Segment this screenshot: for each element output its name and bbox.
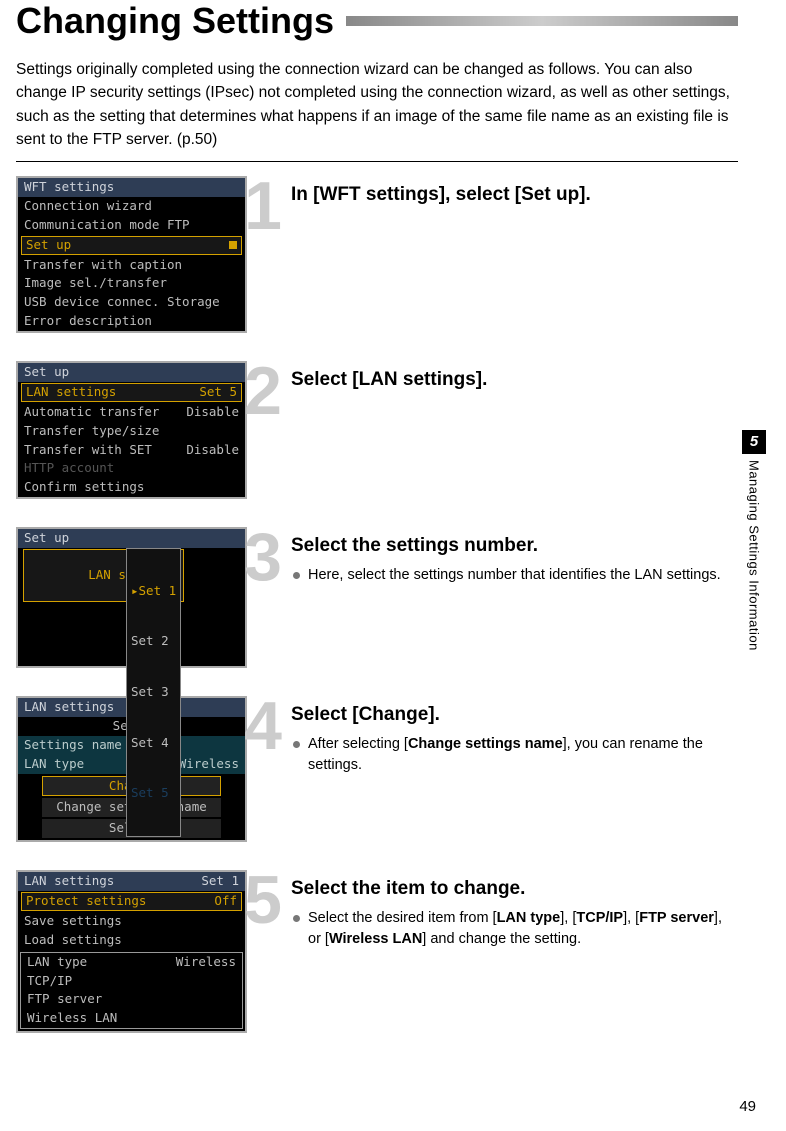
step-1-title: In [WFT settings], select [Set up]. [291,184,738,206]
shot5-box-row: Wireless LAN [21,1009,242,1028]
shot2-hl-r: Set 5 [199,384,237,401]
bullet-icon [293,572,300,579]
page-title: Changing Settings [16,0,334,42]
shot2-dim: HTTP account [18,459,245,478]
shot2-row: Transfer with SETDisable [18,441,245,460]
shot3-opt: Set 4 [127,735,180,752]
step-2: Set up LAN settings Set 5 Automatic tran… [16,361,738,499]
shot5-box-row: LAN typeWireless [21,953,242,972]
separator [16,161,738,162]
bullet-text: Select the desired item from [LAN type],… [308,908,738,950]
shot2-row: Automatic transferDisable [18,403,245,422]
shot5-row: Save settings [18,912,245,931]
step-3-bullet: Here, select the settings number that id… [293,565,738,586]
shot2-row: Transfer type/size [18,422,245,441]
step-4-title: Select [Change]. [291,704,738,726]
step-4: LAN settings Set 1 Settings name LAN typ… [16,696,738,842]
chapter-label: Managing Settings Information [747,460,762,651]
shot3-options: ▸Set 1 Set 2 Set 3 Set 4 Set 5 [126,548,181,837]
shot3-header: Set up [18,529,245,548]
shot1-row: Error description [18,312,245,331]
shot5-header: LAN settingsSet 1 [18,872,245,891]
chapter-number: 5 [742,430,766,454]
step-1: WFT settings Connection wizard Communica… [16,176,738,333]
screenshot-3: Set up LAN settings ▸Set 1 Set 2 Set 3 S… [16,527,247,668]
step-number-1: 1 [233,176,293,237]
step-4-bullet: After selecting [Change settings name], … [293,734,738,776]
shot1-highlight: Set up [21,236,242,255]
shot1-row: Connection wizard [18,197,245,216]
shot3-opt: Set 3 [127,684,180,701]
step-number-4: 4 [233,696,293,757]
shot5-row: Load settings [18,931,245,950]
shot2-highlight: LAN settings Set 5 [21,383,242,402]
shot5-box-row: TCP/IP [21,972,242,991]
screenshot-5: LAN settingsSet 1 Protect settingsOff Sa… [16,870,247,1033]
shot2-hl-l: LAN settings [26,384,116,401]
title-rule [346,16,738,26]
step-number-2: 2 [233,361,293,422]
shot1-row: Communication mode FTP [18,216,245,235]
page-number: 49 [739,1098,756,1115]
bullet-icon [293,741,300,748]
shot1-header: WFT settings [18,178,245,197]
step-3: Set up LAN settings ▸Set 1 Set 2 Set 3 S… [16,527,738,668]
side-tab: 5 Managing Settings Information [742,430,766,651]
step-number-5: 5 [233,870,293,931]
highlight-marker-icon [229,241,237,249]
step-2-title: Select [LAN settings]. [291,369,738,391]
shot1-row: Image sel./transfer [18,274,245,293]
shot3-opt: Set 2 [127,633,180,650]
step-5: LAN settingsSet 1 Protect settingsOff Sa… [16,870,738,1033]
bullet-icon [293,915,300,922]
step-number-3: 3 [233,527,293,588]
step-5-title: Select the item to change. [291,878,738,900]
shot1-hl-text: Set up [26,237,71,254]
step-3-title: Select the settings number. [291,535,738,557]
shot3-opt-dim: Set 5 [127,785,180,802]
screenshot-1: WFT settings Connection wizard Communica… [16,176,247,333]
intro-paragraph: Settings originally completed using the … [16,58,738,151]
screenshot-2: Set up LAN settings Set 5 Automatic tran… [16,361,247,499]
bullet-text: Here, select the settings number that id… [308,565,721,586]
shot5-box: LAN typeWireless TCP/IP FTP server Wirel… [20,952,243,1030]
bullet-text: After selecting [Change settings name], … [308,734,738,776]
step-5-bullet: Select the desired item from [LAN type],… [293,908,738,950]
shot2-row: Confirm settings [18,478,245,497]
shot1-row: Transfer with caption [18,256,245,275]
shot3-drop: LAN settings ▸Set 1 Set 2 Set 3 Set 4 Se… [18,548,245,566]
shot5-box-row: FTP server [21,990,242,1009]
shot1-row: USB device connec. Storage [18,293,245,312]
shot5-highlight: Protect settingsOff [21,892,242,911]
shot2-header: Set up [18,363,245,382]
shot3-opt: ▸Set 1 [127,583,180,600]
